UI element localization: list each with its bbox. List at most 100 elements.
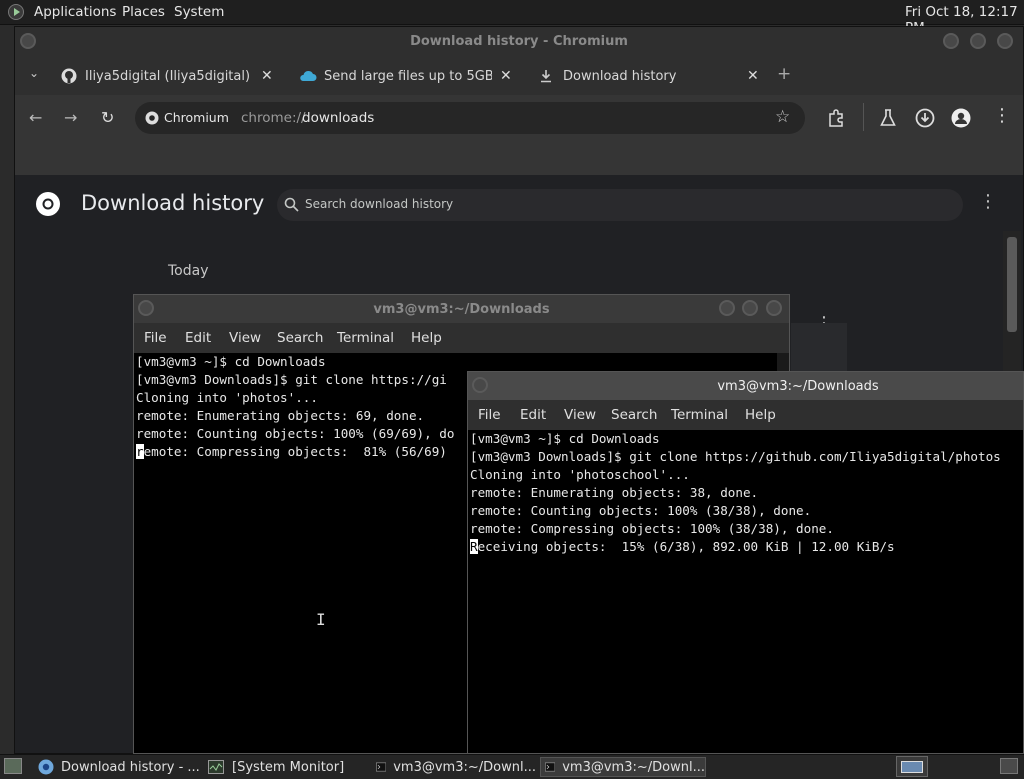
tab-close-icon[interactable]: ✕ [747,68,759,84]
bookmark-star-icon[interactable]: ☆ [775,107,790,127]
taskbar-item-terminal-2[interactable]: vm3@vm3:~/Downl... [540,757,706,777]
terminal-output[interactable]: [vm3@vm3 ~]$ cd Downloads [vm3@vm3 Downlo… [470,430,1023,753]
close-window-button[interactable] [766,300,782,316]
terminal-title: vm3@vm3:~/Downloads [373,302,550,317]
download-icon [541,70,551,83]
monitor-icon [208,760,224,774]
search-downloads-input[interactable]: Search download history [277,189,963,221]
page-menu-icon[interactable]: ⋮ [979,191,997,212]
browser-menu-icon[interactable]: ⋮ [993,105,1011,126]
terminal-line: [vm3@vm3 ~]$ cd Downloads [470,431,660,446]
workspace-thumbnail [901,761,923,773]
scrollbar-thumb[interactable] [1007,237,1017,332]
github-icon [61,68,77,84]
bookmarks-bar [15,141,1023,176]
maximize-button[interactable] [742,300,758,316]
chromium-icon [38,759,54,775]
menu-file[interactable]: File [144,330,167,346]
menu-help[interactable]: Help [745,407,776,423]
terminal-line: remote: Counting objects: 100% (38/38), … [470,503,812,518]
url-prefix: chrome:// [241,110,306,126]
menu-search[interactable]: Search [611,407,657,423]
maximize-button[interactable] [970,33,986,49]
terminal-line: remote: Compressing objects: 100% (38/38… [470,521,834,536]
omnibox-chip[interactable]: Chromium [164,110,229,125]
tab-send-files[interactable]: Send large files up to 5GB fo ✕ [299,61,519,91]
date-section-heading: Today [168,263,209,279]
tab-search-icon[interactable]: ⌄ [29,66,39,80]
tab-close-icon[interactable]: ✕ [261,68,273,84]
show-desktop-icon[interactable] [4,758,22,774]
reload-icon[interactable]: ↻ [101,108,114,127]
labs-flask-icon[interactable] [880,109,896,127]
profile-avatar-icon[interactable] [951,108,971,128]
terminal-menubar: File Edit View Search Terminal Help [134,323,789,353]
terminal-cursor: R [470,539,478,554]
search-placeholder: Search download history [305,197,454,211]
downloads-icon[interactable] [915,108,935,128]
terminal-window-2[interactable]: vm3@vm3:~/Downloads File Edit View Searc… [467,371,1024,754]
menu-terminal[interactable]: Terminal [671,407,728,423]
terminal-title: vm3@vm3:~/Downloads [717,379,879,394]
menu-terminal[interactable]: Terminal [337,330,394,346]
tab-label: Iliya5digital (Iliya5digital) / Re [85,68,253,84]
taskbar-label: [System Monitor] [232,759,345,775]
taskbar: Download history - ... [System Monitor] … [0,754,1024,779]
new-tab-icon[interactable]: + [777,64,791,84]
terminal-icon [545,762,556,772]
applications-menu-icon[interactable] [8,4,24,20]
terminal-line-text: eceiving objects: 15% (6/38), 892.00 KiB… [477,539,895,554]
menu-search[interactable]: Search [277,330,323,346]
taskbar-label: vm3@vm3:~/Downl... [562,759,705,775]
menu-places[interactable]: Places [122,4,165,20]
url-host: downloads [302,110,375,126]
menu-view[interactable]: View [229,330,261,346]
terminal-line: Receiving objects: 15% (6/38), 892.00 Ki… [470,538,1023,556]
trash-icon[interactable] [1000,758,1018,774]
terminal-line: remote: Enumerating objects: 38, done. [470,485,759,500]
tab-download-history[interactable]: Download history ✕ [539,61,759,91]
terminal-line: Cloning into 'photoschool'... [470,467,690,482]
terminal-line-text: emote: Compressing objects: 81% (56/69) [143,444,447,459]
taskbar-label: vm3@vm3:~/Downl... [393,759,536,775]
extensions-icon[interactable] [827,109,845,127]
menu-applications[interactable]: Applications [34,4,116,20]
workspace-switcher[interactable] [896,756,928,777]
back-icon[interactable]: ← [29,108,42,127]
menu-file[interactable]: File [478,407,501,423]
taskbar-item-chromium[interactable]: Download history - ... [34,757,200,777]
toolbar-divider [863,103,864,131]
tab-strip: ⌄ Iliya5digital (Iliya5digital) / Re ✕ S… [15,57,1023,95]
taskbar-item-system-monitor[interactable]: [System Monitor] [204,757,368,777]
tab-label: Download history [563,68,677,84]
page-title: Download history [81,191,265,215]
menu-view[interactable]: View [564,407,596,423]
tab-github[interactable]: Iliya5digital (Iliya5digital) / Re ✕ [61,61,281,91]
terminal-line: [vm3@vm3 ~]$ cd Downloads [136,354,326,369]
taskbar-item-terminal-1[interactable]: vm3@vm3:~/Downl... [372,757,536,777]
search-icon [284,197,299,212]
minimize-button[interactable] [719,300,735,316]
browser-toolbar: ← → ↻ Chromium chrome:// downloads ☆ ⋮ [15,95,1023,141]
download-card [791,323,847,371]
minimize-button[interactable] [943,33,959,49]
menu-help[interactable]: Help [411,330,442,346]
terminal-titlebar[interactable]: vm3@vm3:~/Downloads [468,372,1023,400]
taskbar-label: Download history - ... [61,759,200,775]
chromium-logo-icon [36,192,60,216]
window-titlebar[interactable]: Download history - Chromium [15,27,1023,57]
text-cursor-icon: I [316,610,326,629]
close-window-button[interactable] [997,33,1013,49]
terminal-menubar: File Edit View Search Terminal Help [468,400,1023,430]
tab-close-icon[interactable]: ✕ [500,68,512,84]
address-bar[interactable]: Chromium chrome:// downloads ☆ [135,102,805,134]
menu-edit[interactable]: Edit [185,330,211,346]
terminal-titlebar[interactable]: vm3@vm3:~/Downloads [134,295,789,323]
window-title: Download history - Chromium [410,34,628,49]
terminal-icon [376,762,387,772]
forward-icon[interactable]: → [64,108,77,127]
menu-edit[interactable]: Edit [520,407,546,423]
chromium-icon [145,111,159,125]
top-panel: Applications Places System Fri Oct 18, 1… [0,0,1024,36]
menu-system[interactable]: System [174,4,224,20]
